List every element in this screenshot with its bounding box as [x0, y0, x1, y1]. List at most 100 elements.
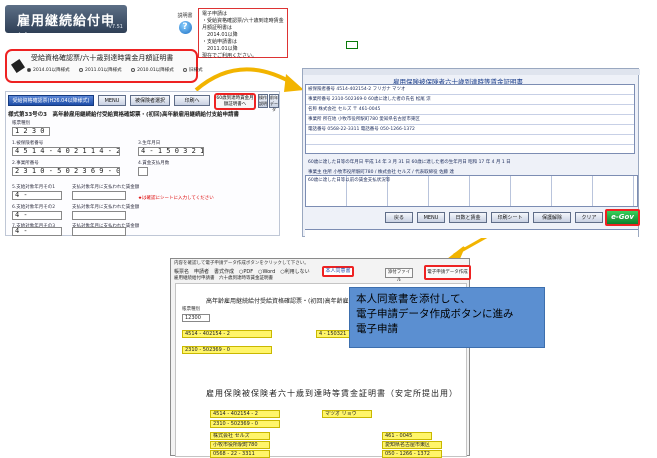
menu-button[interactable]: MENU	[417, 212, 445, 223]
preview-label: 帳票種別	[182, 307, 200, 312]
format-radio-group: 2014.01以降様式 2011.01以降様式 2010.01以降様式 旧様式	[27, 67, 211, 73]
callout-line: 電子申請	[356, 323, 398, 335]
wage1-field[interactable]	[72, 191, 126, 200]
preview-office-no: 2310 - 502369 - 0	[182, 346, 272, 354]
cert-row: 名称 株式会社 セルズ 〒 461-0045	[308, 107, 381, 112]
radio-dot	[27, 67, 31, 72]
birth-field[interactable]: 4 - 1 5 0 3 2 1	[138, 147, 204, 156]
wage1-label: 支払対象年月に支払われた賃金額	[72, 185, 140, 190]
preview-company: 株式会社 セルズ	[210, 432, 270, 440]
wage-table-footer	[305, 229, 638, 238]
radio-dot	[183, 67, 188, 72]
radio-dot	[79, 67, 84, 72]
manual-label: 説明書	[177, 13, 193, 19]
form-type-button[interactable]: 受給資格確認票(H26.04以降様式)	[8, 95, 94, 106]
prev-data-button[interactable]: 前年データ	[269, 94, 279, 112]
period2-field[interactable]: 4 -	[12, 211, 62, 220]
guide-button[interactable]: 操作説明	[258, 94, 268, 108]
preview-form-code: 12300	[182, 314, 210, 322]
dialog-instruction: 内容を確認して電子申請データ作成ボタンをクリックして下さい。	[174, 261, 309, 266]
form-type-selector: 受給資格確認票/六十歳到達時賃金月額証明書 2014.01以降様式 2011.0…	[5, 49, 203, 83]
birth-label: 3.生年月日	[138, 141, 161, 146]
wage3-field[interactable]	[72, 227, 126, 236]
radio-dot	[131, 67, 136, 72]
question-icon: ?	[178, 21, 192, 34]
insured-no-label: 1.被保険者番号	[12, 141, 44, 146]
period3-field[interactable]: 4 -	[12, 227, 62, 236]
callout-line: 本人同意書を添付して、	[356, 293, 471, 305]
note-line: 2014.01以降	[202, 32, 238, 38]
wage2-field[interactable]	[72, 211, 126, 220]
form-code-field[interactable]: 1 2 3 0 0	[12, 127, 50, 136]
e-filing-note: 電子申請は ・受給資格確認票/六十歳到達時賃金月額証明書は 2014.01以降 …	[198, 8, 288, 59]
wage2-label: 支払対象年月に支払われた賃金額	[72, 205, 140, 210]
insured-no-field[interactable]: 4 5 1 4 - 4 0 2 1 1 4 - 2	[12, 147, 120, 156]
note-line: ・受給資格確認票/六十歳到達時賃金月額証明書は	[202, 18, 284, 31]
preview-phone: 0568 - 22 - 3311	[210, 450, 270, 458]
required-note: ★は確認にシートに入力してください	[138, 196, 214, 201]
cert-row: 事業所番号 2310-502369-0 60歳に達した者の氏名 松尾 涼	[308, 97, 431, 102]
selector-title: 受給資格確認票/六十歳到達時賃金月額証明書	[31, 54, 174, 62]
select-insured-button[interactable]: 被保険者選択	[130, 95, 170, 106]
note-line: 現在でご利用ください。	[202, 53, 258, 59]
preview-zip: 461 - 0045	[382, 432, 432, 440]
back-button[interactable]: 戻る	[385, 212, 413, 223]
preview-insured-no: 4514 - 402154 - 2	[182, 330, 272, 338]
pay-months-label: 4.賃金支払月数	[138, 161, 170, 166]
instruction-callout: 本人同意書を添付して、 電子申請データ作成ボタンに進み 電子申請	[349, 287, 545, 348]
dialog-tabs[interactable]: 雇用継続給付申請書 六十歳到達時等賃金証明書	[174, 275, 273, 281]
menu-button[interactable]: MENU	[98, 95, 126, 106]
office-no-field[interactable]: 2 3 1 0 - 5 0 2 3 6 9 - 0	[12, 167, 120, 176]
note-line: 電子申請は	[202, 11, 228, 17]
attach-file-button[interactable]: 添付ファイル	[385, 268, 413, 283]
preview-phone-2: 050 - 1266 - 1372	[382, 450, 442, 458]
period1-label: 5.支給対象年月その1	[12, 185, 56, 190]
radio-label: 2014.01以降様式	[33, 68, 70, 73]
app-title-bar: 雇用継続給付申請 V7.51	[5, 5, 127, 48]
format-radio-2014[interactable]: 2014.01以降様式	[27, 67, 70, 73]
wage-certificate-form: 雇用保険被保険者六十歳到達時等賃金証明書 被保険者番号 4514-402154-…	[302, 68, 640, 238]
wage-table-caption: 60歳に達した日等以前の賃金支払状況等	[308, 178, 391, 183]
preview-address: 小牧市役所駅町780	[210, 441, 270, 449]
cert-row: 電話番号 0568-22-3311 電話番号 050-1266-1372	[308, 127, 415, 132]
callout-line: 電子申請データ作成ボタンに進み	[356, 308, 514, 320]
note-line: 2011.01以降	[202, 46, 238, 52]
right-toolbar: 戻る MENU 日数と賃金 印刷シート 保護解除 クリア	[385, 212, 640, 224]
create-egov-data-button[interactable]: 電子申請データ作成	[424, 265, 471, 280]
period2-label: 6.支給対象年月その2	[12, 205, 56, 210]
diamond-icon	[11, 59, 25, 73]
qualification-form: 受給資格確認票(H26.04以降様式) MENU 被保険者選択 印刷へ 60歳到…	[5, 91, 280, 236]
preview-furigana: マツオ リョウ	[322, 410, 372, 418]
preview-heading-2: 雇用保険被保険者六十歳到達時等賃金証明書（安定所提出用）	[206, 389, 458, 398]
form-heading: 様式第33号の3 高年齢雇用継続給付受給資格確認票・(初回)高年齢雇用継続給付支…	[8, 112, 240, 118]
form-code-label: 帳票種別	[12, 121, 30, 126]
print-sheet-button[interactable]: 印刷シート	[491, 212, 529, 223]
consent-form-link[interactable]: 本人同意書	[322, 266, 354, 277]
form-toolbar-strip	[303, 69, 640, 75]
cert-row: 事業所 所在地 小牧市役所駅町780 愛知県名古屋市東区	[308, 117, 420, 122]
wage-certificate-button[interactable]: 60歳到達時賃金月額証明書へ	[214, 93, 256, 110]
office-no-label: 2.事業所番号	[12, 161, 39, 166]
pay-months-field[interactable]	[138, 167, 148, 176]
radio-label: 2010.01以降様式	[137, 68, 174, 73]
clear-button[interactable]: クリア	[575, 212, 603, 223]
unprotect-button[interactable]: 保護解除	[533, 212, 571, 223]
dialog-columns: 帳票名 申請者 書式作成 ○PDF ○Word ○利用しない	[174, 269, 310, 275]
manual-button[interactable]: 説明書 ?	[176, 12, 194, 34]
app-version: V7.51	[108, 24, 123, 30]
format-radio-2010[interactable]: 2010.01以降様式	[131, 67, 174, 73]
cert-row: 被保険者番号 4514-402154-2 フリガナ マツオ	[308, 87, 406, 92]
cert-date-row: 60歳に達した日等の年月日 平成 14 年 3 月 31 日 60歳に達した者の…	[308, 160, 511, 165]
print-button[interactable]: 印刷へ	[174, 95, 210, 106]
preview-insured-no-2: 4514 - 402154 - 2	[210, 410, 280, 418]
preview-office-no-2: 2310 - 502369 - 0	[210, 420, 280, 428]
radio-label: 2011.01以降様式	[85, 68, 122, 73]
selection-marker	[346, 41, 358, 49]
auto-calc-button[interactable]: 日数と賃金	[449, 212, 487, 223]
left-toolbar: 受給資格確認票(H26.04以降様式) MENU 被保険者選択 印刷へ 60歳到…	[8, 93, 279, 112]
note-line: ・支給申請書は	[202, 39, 238, 45]
period1-field[interactable]: 4 -	[12, 191, 62, 200]
preview-address-2: 愛知県名古屋市東区	[382, 441, 442, 449]
format-radio-2011[interactable]: 2011.01以降様式	[79, 67, 122, 73]
egov-button[interactable]: e-Gov	[605, 209, 640, 226]
